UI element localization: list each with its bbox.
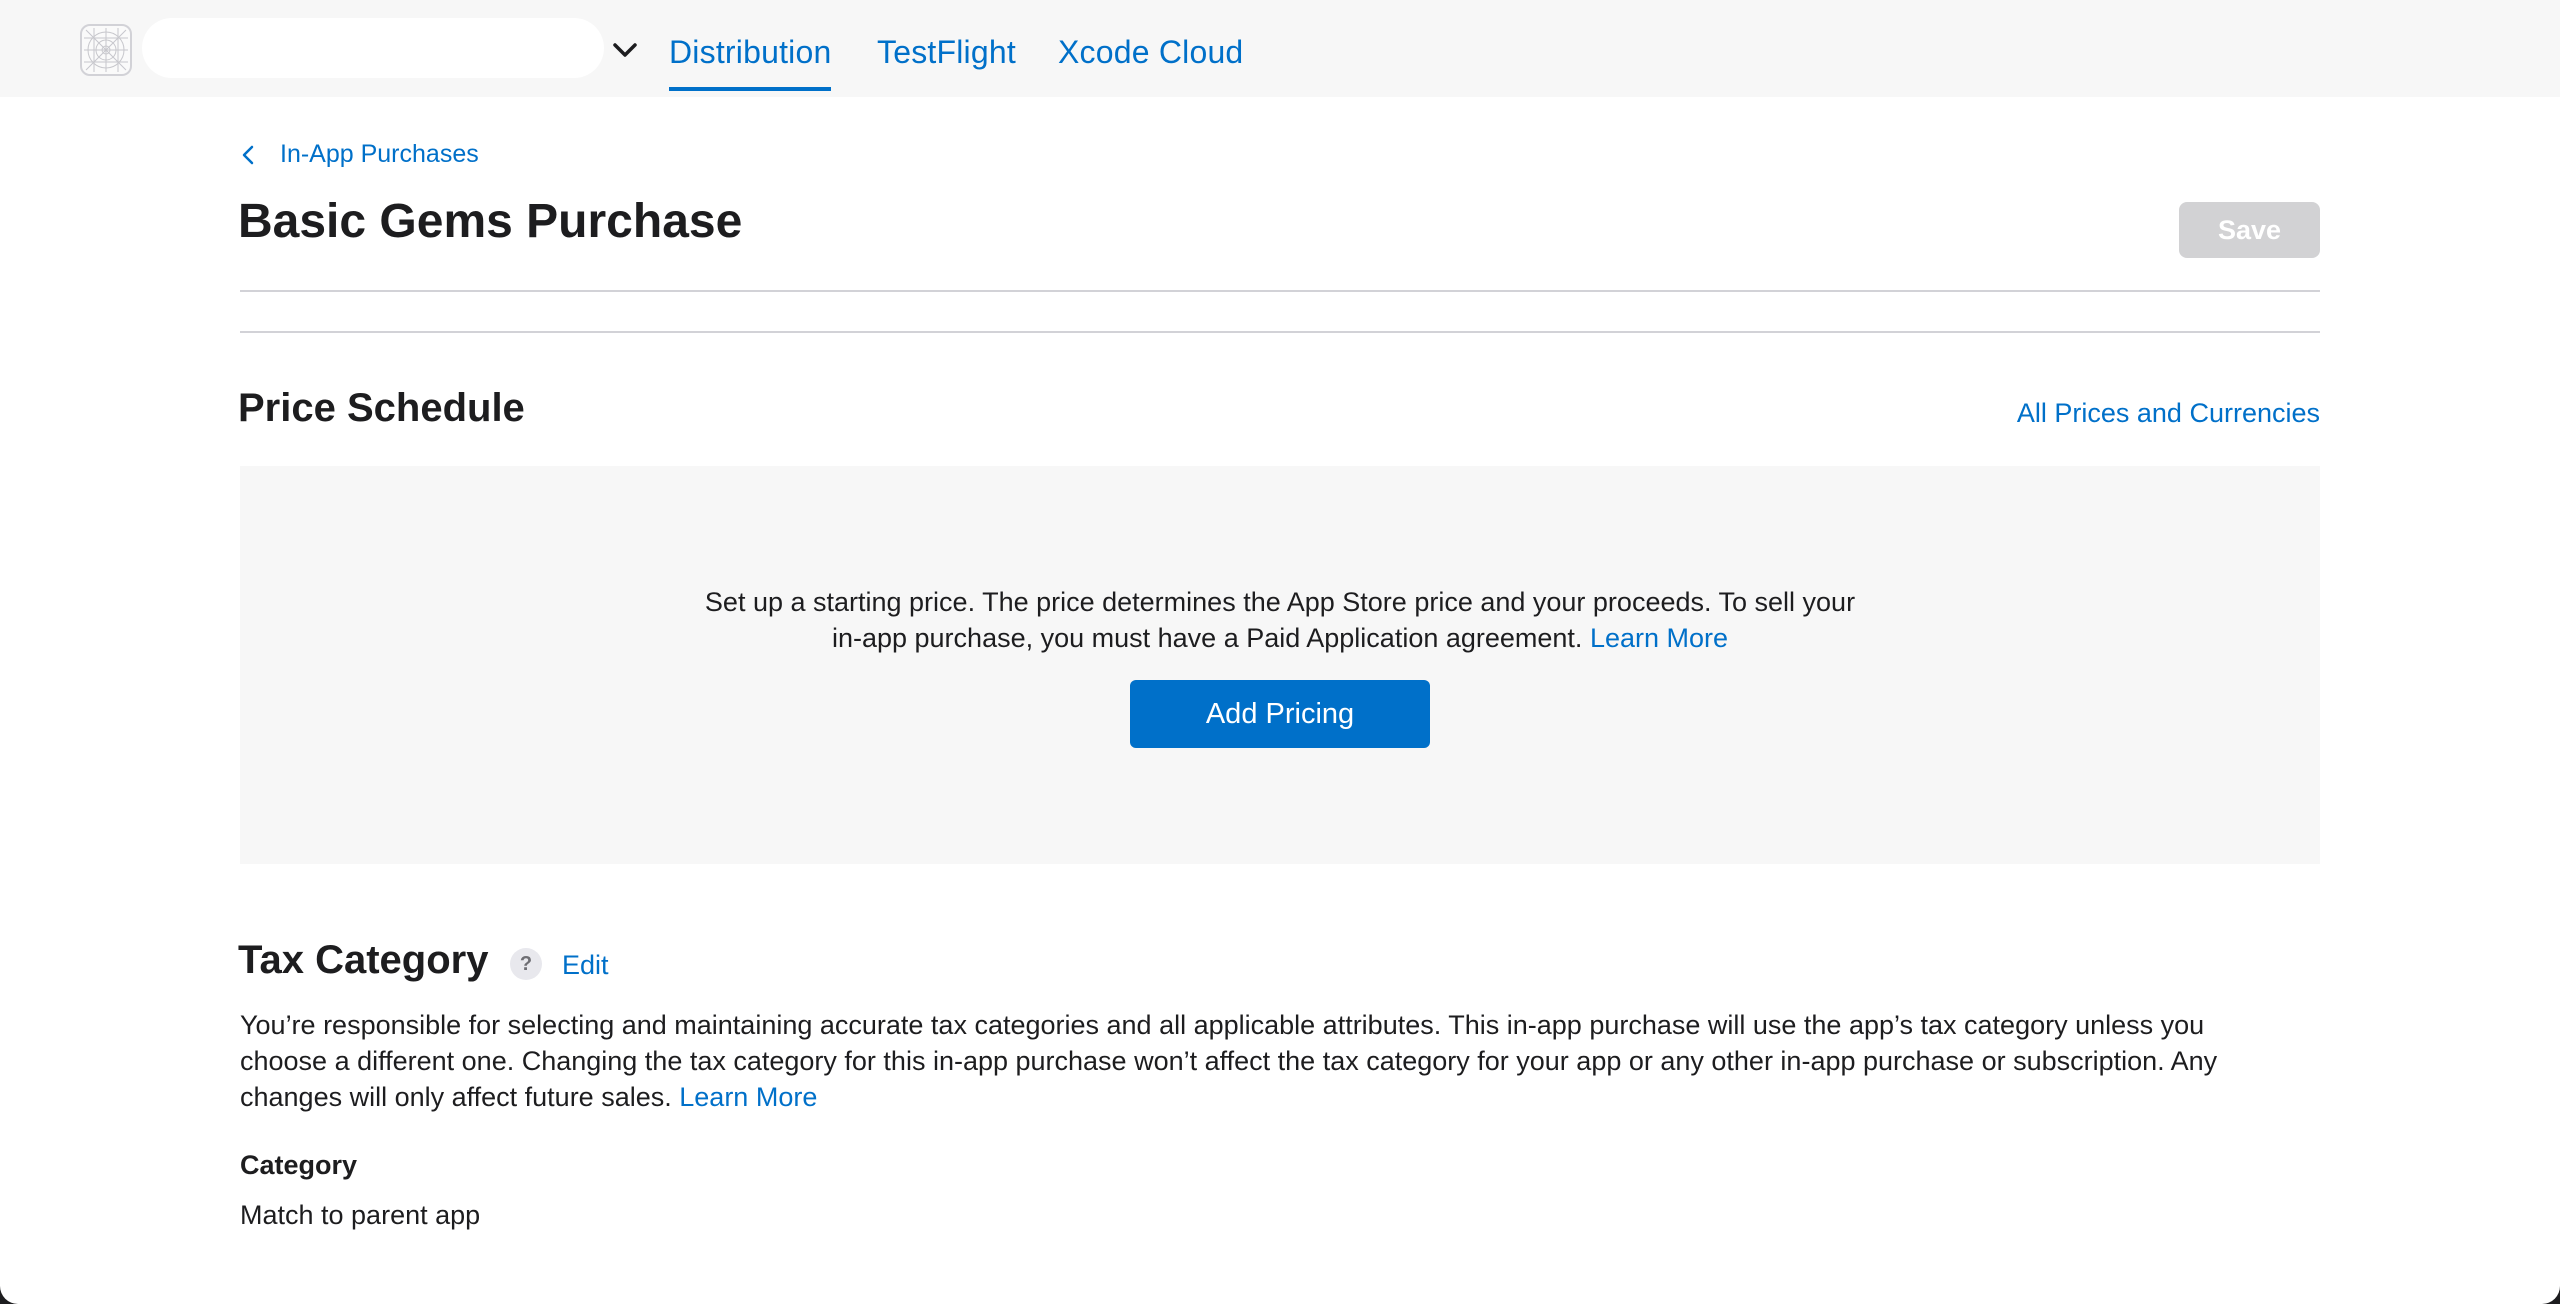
tax-category-description: You’re responsible for selecting and mai… xyxy=(240,1007,2320,1115)
tax-description-text: changes will only affect future sales. xyxy=(240,1082,672,1112)
tax-learn-more-link[interactable]: Learn More xyxy=(679,1082,817,1112)
edit-tax-category-link[interactable]: Edit xyxy=(562,950,609,981)
add-pricing-button[interactable]: Add Pricing xyxy=(1130,680,1430,748)
price-learn-more-link[interactable]: Learn More xyxy=(1590,623,1728,653)
tab-testflight[interactable]: TestFlight xyxy=(877,34,1016,71)
back-to-in-app-purchases-link[interactable]: In-App Purchases xyxy=(238,140,479,169)
chevron-left-icon xyxy=(242,145,254,164)
breadcrumb-label: In-App Purchases xyxy=(280,140,479,168)
price-description-text: in-app purchase, you must have a Paid Ap… xyxy=(831,623,1583,653)
all-prices-and-currencies-link[interactable]: All Prices and Currencies xyxy=(2017,398,2320,429)
price-schedule-title: Price Schedule xyxy=(238,386,525,430)
tab-xcode-cloud[interactable]: Xcode Cloud xyxy=(1058,34,1243,71)
app-placeholder-icon[interactable] xyxy=(80,24,132,76)
category-label: Category xyxy=(240,1150,358,1180)
tax-category-title: Tax Category xyxy=(238,938,489,982)
app-name-selector[interactable] xyxy=(142,18,604,78)
category-value: Match to parent app xyxy=(240,1200,481,1230)
top-nav-bar: Distribution TestFlight Xcode Cloud xyxy=(0,0,2560,97)
divider xyxy=(240,331,2320,333)
save-button[interactable]: Save xyxy=(2179,202,2320,258)
help-icon[interactable]: ? xyxy=(510,948,542,980)
price-description-line-1: Set up a starting price. The price deter… xyxy=(704,587,1856,617)
tab-distribution[interactable]: Distribution xyxy=(669,34,832,91)
tax-description-line-3: changes will only affect future sales. L… xyxy=(240,1079,2320,1115)
page-title: Basic Gems Purchase xyxy=(238,195,743,248)
price-schedule-panel: Set up a starting price. The price deter… xyxy=(240,466,2320,864)
divider xyxy=(240,290,2320,292)
tax-description-line-1: You’re responsible for selecting and mai… xyxy=(240,1010,2205,1040)
app-window: Distribution TestFlight Xcode Cloud In-A… xyxy=(0,0,2560,1304)
chevron-down-icon[interactable] xyxy=(610,38,640,62)
tax-description-line-2: choose a different one. Changing the tax… xyxy=(240,1046,2218,1076)
price-description-line-2: in-app purchase, you must have a Paid Ap… xyxy=(240,620,2320,656)
price-schedule-description: Set up a starting price. The price deter… xyxy=(240,584,2320,656)
